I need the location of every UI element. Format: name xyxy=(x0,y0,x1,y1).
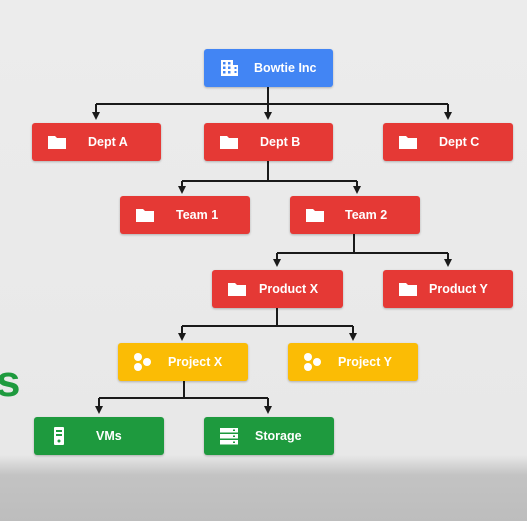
partial-side-text: s xyxy=(0,357,21,406)
node-label: Project X xyxy=(168,355,223,369)
node-storage[interactable]: Storage xyxy=(204,417,334,455)
folder-icon xyxy=(48,136,66,149)
folder-icon xyxy=(399,136,417,149)
node-label: Project Y xyxy=(338,355,392,369)
node-label: VMs xyxy=(96,429,122,443)
node-product-y[interactable]: Product Y xyxy=(383,270,513,308)
project-icon xyxy=(304,353,321,371)
node-label: Bowtie Inc xyxy=(254,61,317,75)
node-label: Product X xyxy=(259,282,319,296)
server-icon xyxy=(54,427,64,445)
node-label: Team 2 xyxy=(345,208,388,222)
node-label: Dept B xyxy=(260,135,301,149)
folder-icon xyxy=(228,283,246,296)
node-project-y[interactable]: Project Y xyxy=(288,343,418,381)
node-team-1[interactable]: Team 1 xyxy=(120,196,250,234)
node-label: Product Y xyxy=(429,282,488,296)
folder-icon xyxy=(220,136,238,149)
node-team-2[interactable]: Team 2 xyxy=(290,196,420,234)
storage-icon xyxy=(220,428,238,445)
node-product-x[interactable]: Product X xyxy=(212,270,343,308)
node-label: Dept C xyxy=(439,135,480,149)
node-dept-a[interactable]: Dept A xyxy=(32,123,161,161)
node-label: Dept A xyxy=(88,135,128,149)
folder-icon xyxy=(136,209,154,222)
node-dept-b[interactable]: Dept B xyxy=(204,123,333,161)
building-icon xyxy=(221,60,238,76)
node-dept-c[interactable]: Dept C xyxy=(383,123,513,161)
node-vms[interactable]: VMs xyxy=(34,417,164,455)
folder-icon xyxy=(306,209,324,222)
node-label: Team 1 xyxy=(176,208,219,222)
node-project-x[interactable]: Project X xyxy=(118,343,248,381)
node-label: Storage xyxy=(255,429,302,443)
folder-icon xyxy=(399,283,417,296)
project-icon xyxy=(134,353,151,371)
node-bowtie-inc[interactable]: Bowtie Inc xyxy=(204,49,333,87)
